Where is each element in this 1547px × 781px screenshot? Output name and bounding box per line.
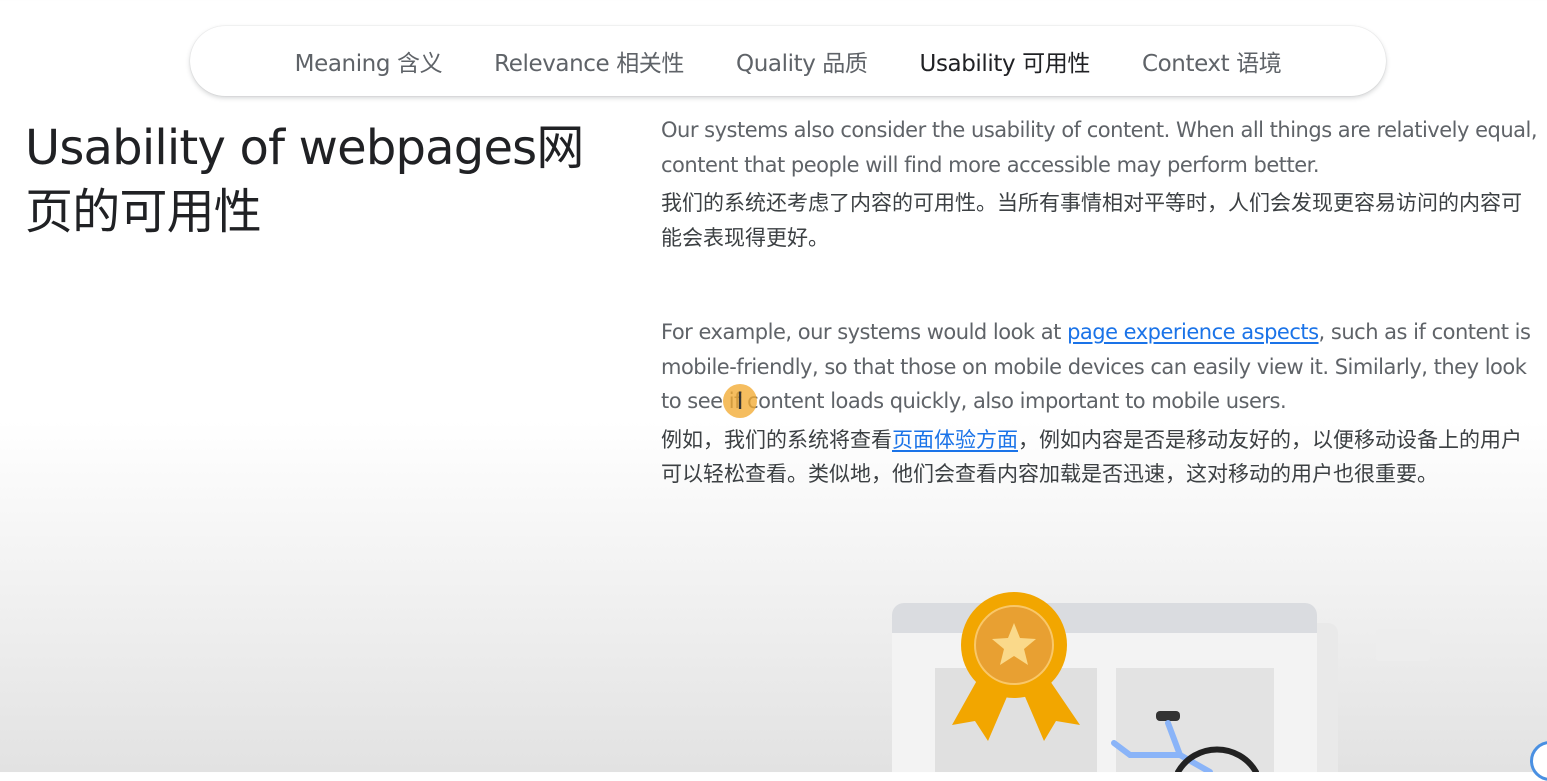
- intro-paragraph-zh: 我们的系统还考虑了内容的可用性。当所有事情相对平等时，人们会发现更容易访问的内容…: [661, 191, 1522, 250]
- tab-meaning[interactable]: Meaning 含义: [295, 44, 443, 78]
- tab-context[interactable]: Context 语境: [1142, 44, 1282, 78]
- example-zh-before-link: 例如，我们的系统将查看: [661, 427, 892, 452]
- example-paragraph-en: For example, our systems would look at p…: [661, 315, 1541, 419]
- page-experience-link[interactable]: page experience aspects: [1067, 320, 1319, 344]
- page-experience-link-zh[interactable]: 页面体验方面: [892, 428, 1018, 452]
- text-cursor-icon: Ⅰ: [736, 387, 744, 415]
- page-title: Usability of webpages网页的可用性: [25, 120, 584, 240]
- tab-relevance[interactable]: Relevance 相关性: [494, 44, 684, 78]
- usability-intro-block: Our systems also consider the usability …: [661, 113, 1541, 255]
- tab-usability[interactable]: Usability 可用性: [920, 44, 1091, 78]
- page-experience-block: For example, our systems would look at p…: [661, 315, 1541, 492]
- tab-quality[interactable]: Quality 品质: [736, 44, 868, 78]
- example-paragraph-zh: 例如，我们的系统将查看页面体验方面，例如内容是否是移动友好的，以便移动设备上的用…: [661, 423, 1541, 492]
- browser-window-icon: [892, 603, 1317, 772]
- content-column: Our systems also consider the usability …: [661, 113, 1541, 492]
- example-text-before-link: For example, our systems would look at: [661, 320, 1068, 344]
- corner-app-icon[interactable]: [1530, 741, 1547, 781]
- topic-tab-bar: Meaning 含义 Relevance 相关性 Quality 品质 Usab…: [190, 26, 1386, 96]
- usability-illustration: [892, 592, 1430, 772]
- intro-paragraph-en: Our systems also consider the usability …: [661, 118, 1538, 177]
- back-window-bar: [1376, 629, 1430, 661]
